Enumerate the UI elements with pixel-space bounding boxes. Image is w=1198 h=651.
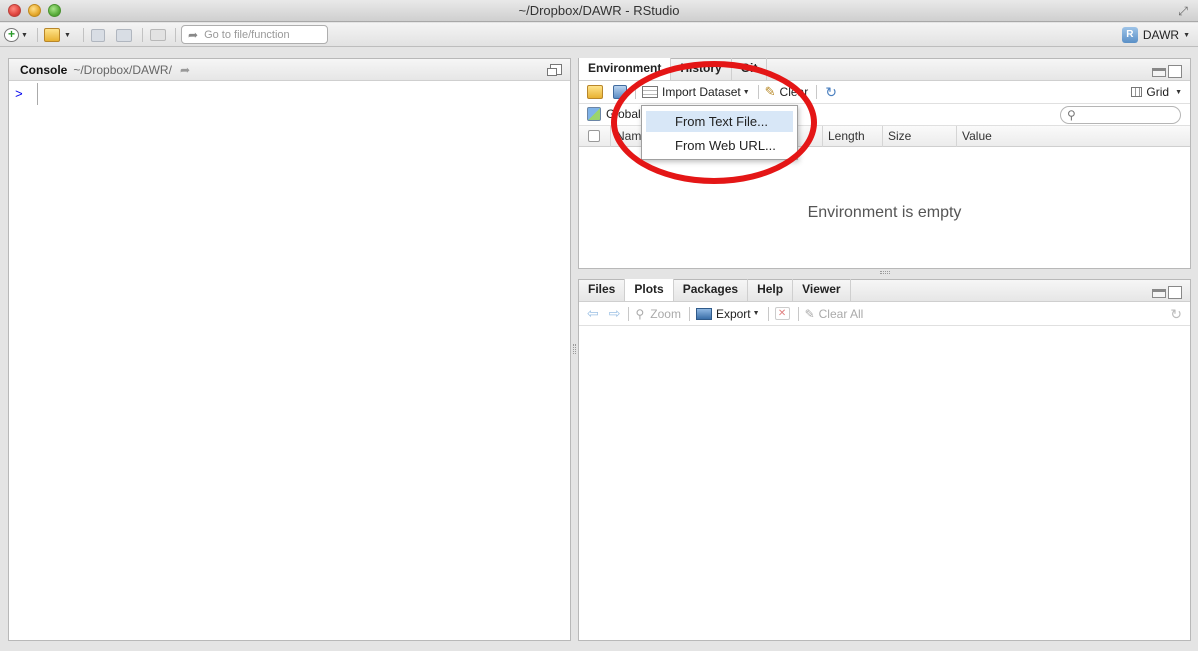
back-arrow-icon[interactable]: ⇦	[587, 305, 599, 322]
grid-icon	[1131, 87, 1143, 97]
env-pane-controls	[1152, 65, 1182, 78]
console-prompt: >	[15, 87, 23, 102]
goto-placeholder: Go to file/function	[204, 28, 290, 41]
tab-packages[interactable]: Packages	[674, 279, 749, 301]
tab-help[interactable]: Help	[748, 279, 794, 301]
column-size[interactable]: Size	[882, 126, 957, 147]
select-all-checkbox[interactable]	[588, 130, 600, 142]
main-toolbar: + ▼ ▼ ➦ Go to file/function R DAWR ▼	[0, 23, 1198, 47]
fullscreen-icon[interactable]: ⤢	[1176, 4, 1190, 18]
project-label: DAWR	[1142, 28, 1180, 42]
title-bar: ~/Dropbox/DAWR - RStudio ⤢	[0, 0, 1198, 22]
save-all-button[interactable]	[116, 26, 132, 44]
toolbar-divider	[688, 306, 690, 321]
window-title: ~/Dropbox/DAWR - RStudio	[518, 3, 680, 18]
grid-label: Grid	[1146, 85, 1170, 99]
highlight-circle	[611, 61, 817, 184]
console-title: Console	[20, 62, 68, 77]
print-button[interactable]	[150, 26, 166, 44]
save-icon	[91, 28, 105, 42]
console-input[interactable]	[37, 83, 38, 105]
toolbar-divider	[797, 306, 799, 321]
console-path: ~/Dropbox/DAWR/	[73, 62, 172, 77]
zoom-icon: ⚲	[635, 306, 645, 321]
zoom-button[interactable]: ⚲ Zoom	[635, 307, 680, 321]
chevron-down-icon: ▼	[1183, 31, 1190, 39]
horizontal-splitter[interactable]	[880, 271, 890, 274]
search-icon: ⚲	[1067, 108, 1076, 122]
column-length[interactable]: Length	[822, 126, 883, 147]
load-workspace-icon[interactable]	[587, 85, 603, 99]
tab-viewer[interactable]: Viewer	[793, 279, 851, 301]
files-pane: Files Plots Packages Help Viewer ⇦ ⇨ ⚲ Z…	[578, 279, 1191, 641]
minimize-pane-icon[interactable]	[1152, 289, 1166, 298]
broom-icon: ✎	[804, 306, 815, 321]
project-menu[interactable]: R DAWR ▼	[1121, 26, 1190, 44]
console-header: Console ~/Dropbox/DAWR/ ➦	[9, 59, 570, 81]
vertical-splitter[interactable]	[573, 344, 576, 354]
export-icon	[695, 307, 712, 320]
tab-plots[interactable]: Plots	[625, 279, 674, 301]
environment-icon	[587, 107, 601, 121]
refresh-icon[interactable]: ↻	[1170, 306, 1182, 323]
files-tabs: Files Plots Packages Help Viewer	[579, 279, 1190, 302]
chevron-down-icon: ▼	[1175, 88, 1182, 96]
delete-plot-icon[interactable]: ✕	[774, 307, 790, 320]
toolbar-divider	[142, 28, 143, 42]
grid-view-button[interactable]: Grid ▼	[1131, 85, 1182, 99]
zoom-label: Zoom	[650, 306, 681, 321]
toolbar-divider	[175, 28, 176, 42]
toolbar-divider	[816, 85, 818, 99]
console-pane: Console ~/Dropbox/DAWR/ ➦ >	[8, 58, 571, 641]
print-icon	[150, 29, 166, 41]
plots-toolbar: ⇦ ⇨ ⚲ Zoom Export ▼ ✕ ✎ Clear All	[579, 302, 1190, 326]
chevron-down-icon: ▼	[21, 31, 28, 39]
toolbar-divider	[628, 306, 630, 321]
new-file-button[interactable]: + ▼	[4, 26, 28, 44]
clear-all-label: Clear All	[818, 306, 864, 321]
maximize-pane-icon[interactable]	[1168, 286, 1182, 299]
open-file-button[interactable]: ▼	[44, 26, 71, 44]
toolbar-divider	[83, 28, 84, 42]
project-icon: R	[1121, 27, 1138, 43]
new-file-icon: +	[4, 27, 19, 42]
export-button[interactable]: Export ▼	[695, 306, 760, 321]
column-value[interactable]: Value	[956, 126, 1190, 147]
toolbar-divider	[767, 306, 769, 321]
minimize-pane-icon[interactable]	[1152, 68, 1166, 77]
go-to-directory-icon[interactable]: ➦	[180, 63, 190, 77]
chevron-down-icon: ▼	[64, 31, 71, 39]
export-label: Export	[715, 306, 751, 321]
env-search-input[interactable]: ⚲	[1060, 106, 1181, 124]
files-pane-controls	[1152, 286, 1182, 299]
tab-files[interactable]: Files	[579, 279, 626, 301]
goto-arrow-icon: ➦	[188, 27, 199, 42]
goto-file-input[interactable]: ➦ Go to file/function	[181, 25, 328, 44]
chevron-down-icon: ▼	[752, 310, 760, 317]
environment-empty-message: Environment is empty	[807, 204, 962, 221]
save-all-icon	[116, 28, 132, 42]
maximize-pane-icon[interactable]	[1168, 65, 1182, 78]
folder-open-icon	[44, 28, 60, 42]
refresh-icon[interactable]: ↻	[825, 84, 837, 101]
toolbar-divider	[37, 28, 38, 42]
restore-pane-icon[interactable]	[547, 64, 562, 76]
forward-arrow-icon[interactable]: ⇨	[609, 305, 621, 322]
save-button[interactable]	[91, 26, 105, 44]
clear-all-button[interactable]: ✎ Clear All	[805, 307, 864, 321]
